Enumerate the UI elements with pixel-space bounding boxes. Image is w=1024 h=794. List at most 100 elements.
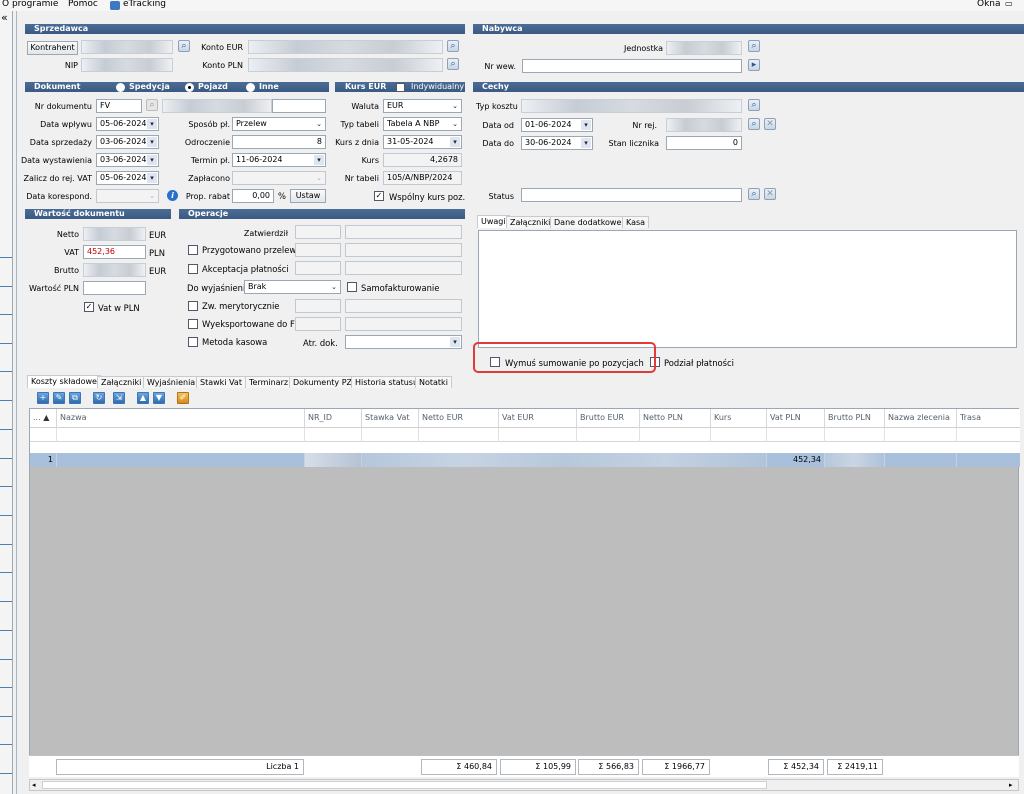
- col-kurs[interactable]: Kurs: [711, 409, 767, 428]
- przygotowano-checkbox[interactable]: [188, 245, 198, 255]
- table-row[interactable]: 1 452,34: [30, 453, 1020, 467]
- tab-historia-statusu[interactable]: Historia statusu: [351, 376, 423, 388]
- filter-cell[interactable]: [30, 428, 57, 442]
- tab-uwagi[interactable]: Uwagi: [477, 215, 510, 228]
- search-icon[interactable]: ⌕: [748, 118, 760, 130]
- zw-merytorycznie-checkbox[interactable]: [188, 301, 198, 311]
- col-netto-pln[interactable]: Netto PLN: [640, 409, 711, 428]
- data-wystawienia-field[interactable]: 03-06-2024 ▾: [96, 153, 159, 167]
- filter-cell[interactable]: [362, 428, 419, 442]
- nr-dokumentu-suffix-field[interactable]: [272, 99, 326, 113]
- stan-licznika-field[interactable]: 0: [666, 136, 742, 150]
- netto-field[interactable]: [83, 227, 146, 241]
- eraser-icon[interactable]: ✐: [177, 392, 189, 404]
- tab-kasa[interactable]: Kasa: [622, 216, 650, 228]
- waluta-select[interactable]: EUR ⌄: [383, 99, 462, 113]
- radio-pojazd[interactable]: [185, 83, 194, 92]
- filter-cell[interactable]: [57, 428, 305, 442]
- tab-dane-dodatkowe[interactable]: Dane dodatkowe: [550, 216, 626, 228]
- tab-zalaczniki-bottom[interactable]: Załączniki: [97, 376, 146, 388]
- filter-cell[interactable]: [825, 428, 885, 442]
- nip-field[interactable]: [81, 58, 173, 72]
- data-od-field[interactable]: 01-06-2024 ▾: [521, 118, 593, 132]
- col-vat-eur[interactable]: Vat EUR: [499, 409, 577, 428]
- sort-indicator[interactable]: ... ▲: [30, 409, 57, 428]
- chevron-down-icon[interactable]: ▾: [147, 155, 157, 165]
- chevron-down-icon[interactable]: ▾: [147, 137, 157, 147]
- termin-field[interactable]: 11-06-2024 ▾: [232, 153, 326, 167]
- add-row-icon[interactable]: +: [37, 392, 49, 404]
- contractor-field[interactable]: [81, 40, 173, 54]
- atr-dok-select[interactable]: ▾: [345, 335, 462, 349]
- clear-icon[interactable]: ✕: [764, 188, 776, 200]
- konto-eur-field[interactable]: [248, 40, 443, 54]
- akceptacja-checkbox[interactable]: [188, 264, 198, 274]
- chevron-down-icon[interactable]: ⌄: [450, 101, 460, 111]
- scroll-left-icon[interactable]: ◂: [32, 781, 36, 789]
- filter-cell[interactable]: [419, 428, 499, 442]
- refresh-icon[interactable]: ↻: [93, 392, 105, 404]
- col-nazwa-zlecenia[interactable]: Nazwa zlecenia: [885, 409, 957, 428]
- data-korespond-field[interactable]: ⌄: [96, 189, 159, 203]
- chevron-down-icon[interactable]: ⌄: [450, 119, 460, 129]
- typ-kosztu-field[interactable]: [521, 99, 742, 113]
- tab-terminarz[interactable]: Terminarz: [245, 376, 293, 388]
- radio-inne[interactable]: [246, 83, 255, 92]
- tab-wyjasnienia[interactable]: Wyjaśnienia: [143, 376, 200, 388]
- chevron-down-icon[interactable]: ▾: [147, 119, 157, 129]
- tab-dokumenty-pz[interactable]: Dokumenty PZ: [289, 376, 357, 388]
- move-down-icon[interactable]: ▼: [153, 392, 165, 404]
- collapse-chevron-icon[interactable]: «: [1, 12, 8, 23]
- konto-pln-field[interactable]: [248, 58, 443, 72]
- menu-item-etracking[interactable]: eTracking: [123, 0, 166, 9]
- tab-koszty-skladowe[interactable]: Koszty składowe: [27, 375, 101, 388]
- chevron-down-icon[interactable]: ▾: [450, 337, 460, 347]
- nr-dokumentu-full-field[interactable]: [162, 99, 272, 113]
- col-stawka-vat[interactable]: Stawka Vat: [362, 409, 419, 428]
- do-wyjasnienia-select[interactable]: Brak ⌄: [244, 280, 341, 294]
- filter-cell[interactable]: [711, 428, 767, 442]
- filter-cell[interactable]: [305, 428, 362, 442]
- clear-icon[interactable]: ✕: [764, 118, 776, 130]
- copy-row-icon[interactable]: ⧉: [69, 392, 81, 404]
- chevron-down-icon[interactable]: ▾: [581, 138, 591, 148]
- col-trasa[interactable]: Trasa: [957, 409, 1020, 428]
- search-icon[interactable]: ⌕: [748, 188, 760, 200]
- rabat-field[interactable]: 0,00: [232, 189, 274, 203]
- status-field[interactable]: [521, 188, 742, 202]
- notes-textarea[interactable]: [478, 230, 1017, 348]
- chevron-down-icon[interactable]: ▾: [450, 137, 460, 147]
- nr-wew-field[interactable]: [522, 59, 742, 73]
- filter-cell[interactable]: [577, 428, 640, 442]
- tab-stawki-vat[interactable]: Stawki Vat: [196, 376, 246, 388]
- col-brutto-eur[interactable]: Brutto EUR: [577, 409, 640, 428]
- search-icon[interactable]: ⌕: [178, 40, 190, 52]
- odroczenie-field[interactable]: 8: [232, 135, 326, 149]
- kurs-z-dnia-field[interactable]: 31-05-2024 ▾: [383, 135, 462, 149]
- search-icon[interactable]: ⌕: [146, 99, 158, 111]
- nr-rej-field[interactable]: [666, 118, 742, 132]
- search-icon[interactable]: ⌕: [748, 99, 760, 111]
- filter-cell[interactable]: [499, 428, 577, 442]
- scrollbar-thumb[interactable]: [42, 781, 767, 789]
- costs-grid[interactable]: ... ▲ Nazwa NR_ID Stawka Vat Netto EUR V…: [29, 408, 1020, 775]
- chevron-down-icon[interactable]: ⌄: [329, 282, 339, 292]
- filter-cell[interactable]: [640, 428, 711, 442]
- tab-zalaczniki[interactable]: Załączniki: [506, 216, 555, 228]
- edit-row-icon[interactable]: ✎: [53, 392, 65, 404]
- search-icon[interactable]: ⌕: [447, 58, 459, 70]
- ustaw-button[interactable]: Ustaw: [290, 189, 326, 203]
- chevron-down-icon[interactable]: ▾: [314, 155, 324, 165]
- chevron-down-icon[interactable]: ▾: [581, 120, 591, 130]
- grid-filter-row[interactable]: [30, 428, 1020, 442]
- contractor-button[interactable]: Kontrahent: [27, 41, 78, 55]
- data-wplywu-field[interactable]: 05-06-2024 ▾: [96, 117, 159, 131]
- wspolny-kurs-checkbox[interactable]: ✓: [374, 191, 384, 201]
- export-icon[interactable]: ⇲: [113, 392, 125, 404]
- col-vat-pln[interactable]: Vat PLN: [767, 409, 825, 428]
- wyeksportowane-checkbox[interactable]: [188, 319, 198, 329]
- data-sprzedazy-field[interactable]: 03-06-2024 ▾: [96, 135, 159, 149]
- data-do-field[interactable]: 30-06-2024 ▾: [521, 136, 593, 150]
- wartosc-pln-field[interactable]: [83, 281, 146, 295]
- menu-item-about[interactable]: O programie: [2, 0, 58, 9]
